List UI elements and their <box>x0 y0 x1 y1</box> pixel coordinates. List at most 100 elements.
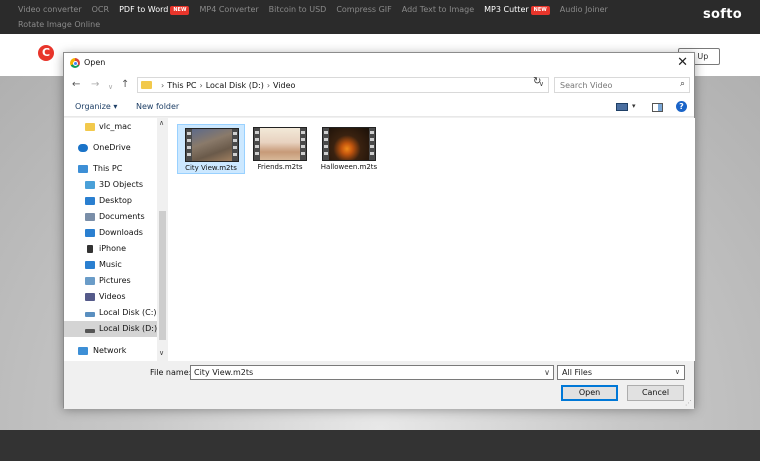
organize-menu[interactable]: Organize ▾ <box>75 102 117 112</box>
nav-item-local-disk-d[interactable]: Local Disk (D:) <box>64 321 157 337</box>
new-badge: NEW <box>530 6 550 15</box>
computer-icon <box>78 165 88 173</box>
dialog-title: Open <box>84 58 106 67</box>
nav-link-mp3-cutter-wrap[interactable]: MP3 Cutter NEW <box>484 4 550 16</box>
nav-link-compress-gif[interactable]: Compress GIF <box>336 4 391 16</box>
dialog-footer: File name: City View.m2ts ∨ All Files ∨ … <box>64 361 694 409</box>
resize-grip-icon[interactable]: ⋰ <box>685 400 692 407</box>
nav-item-downloads[interactable]: Downloads <box>64 225 157 241</box>
file-item-city-view[interactable]: City View.m2ts <box>177 124 245 174</box>
scrollbar-thumb[interactable] <box>159 211 166 340</box>
file-item-halloween[interactable]: Halloween.m2ts <box>315 124 383 174</box>
folder-icon <box>85 123 95 131</box>
document-icon <box>85 213 95 221</box>
nav-pane-scrollbar[interactable]: ∧ ∨ <box>157 118 168 361</box>
file-name-value: City View.m2ts <box>194 368 254 377</box>
file-item-friends[interactable]: Friends.m2ts <box>246 124 314 174</box>
search-placeholder: Search Video <box>560 81 613 90</box>
file-name-input[interactable]: City View.m2ts ∨ <box>190 365 554 380</box>
scroll-up-arrow-icon[interactable]: ∧ <box>159 119 164 127</box>
breadcrumb-video[interactable]: Video <box>273 81 295 90</box>
nav-link-pdf-to-word-wrap[interactable]: PDF to Word NEW <box>119 4 190 16</box>
file-name-label: Halloween.m2ts <box>320 163 378 171</box>
forward-arrow-icon[interactable]: → <box>91 79 99 91</box>
drive-icon <box>85 329 95 333</box>
cube-icon <box>85 181 95 189</box>
nav-item-3d-objects[interactable]: 3D Objects <box>64 177 157 193</box>
brand-logo-icon[interactable]: C <box>38 45 54 61</box>
desktop-icon <box>85 197 95 205</box>
site-nav-bar: Video converter OCR PDF to Word NEW MP4 C… <box>0 0 760 34</box>
new-badge: NEW <box>170 6 190 15</box>
softo-logo[interactable]: softo <box>703 7 742 22</box>
address-bar[interactable]: › This PC › Local Disk (D:) › Video ∨ <box>137 77 549 93</box>
nav-item-this-pc[interactable]: This PC <box>64 161 157 177</box>
view-dropdown-icon[interactable]: ▾ <box>632 102 636 110</box>
file-list: City View.m2ts Friends.m2ts Halloween.m2… <box>168 118 695 361</box>
search-icon: ⌕ <box>679 79 685 89</box>
dialog-titlebar[interactable]: Open ✕ <box>64 53 694 73</box>
file-name-label: Friends.m2ts <box>257 163 303 171</box>
help-icon[interactable]: ? <box>676 101 687 112</box>
up-arrow-icon[interactable]: ↑ <box>121 79 129 91</box>
navigation-pane: vlc_mac OneDrive This PC 3D Objects Desk… <box>64 118 168 361</box>
breadcrumb-this-pc[interactable]: This PC <box>167 81 196 90</box>
file-type-filter-value: All Files <box>562 368 593 377</box>
cancel-button[interactable]: Cancel <box>627 385 684 401</box>
music-icon <box>85 261 95 269</box>
preview-pane-icon[interactable] <box>652 103 663 112</box>
video-thumbnail <box>253 127 307 161</box>
download-icon <box>85 229 95 237</box>
nav-item-iphone[interactable]: iPhone <box>64 241 157 257</box>
video-icon <box>85 293 95 301</box>
close-icon[interactable]: ✕ <box>677 55 688 71</box>
nav-link-rotate-image[interactable]: Rotate Image Online <box>18 20 100 29</box>
drive-icon <box>85 312 95 317</box>
back-arrow-icon[interactable]: ← <box>72 79 80 91</box>
open-file-dialog: Open ✕ ← → ∨ ↑ › This PC › Local Disk (D:) ›… <box>63 52 695 409</box>
search-input[interactable]: Search Video ⌕ <box>554 77 690 93</box>
nav-link-video-converter[interactable]: Video converter <box>18 4 82 16</box>
file-type-filter-select[interactable]: All Files ∨ <box>557 365 685 380</box>
recent-locations-chevron-icon[interactable]: ∨ <box>108 81 113 93</box>
folder-icon <box>141 81 152 89</box>
nav-link-mp4-converter[interactable]: MP4 Converter <box>199 4 258 16</box>
chrome-icon <box>70 58 80 68</box>
site-footer <box>0 430 760 461</box>
breadcrumb: › This PC › Local Disk (D:) › Video <box>161 81 296 90</box>
scroll-down-arrow-icon[interactable]: ∨ <box>159 349 164 357</box>
file-name-label: City View.m2ts <box>185 164 237 172</box>
nav-link-ocr[interactable]: OCR <box>92 4 109 16</box>
site-nav-links: Video converter OCR PDF to Word NEW MP4 C… <box>18 4 608 16</box>
phone-icon <box>87 245 93 253</box>
file-name-dropdown-chevron-icon[interactable]: ∨ <box>544 367 550 378</box>
new-folder-button[interactable]: New folder <box>136 102 179 112</box>
nav-link-add-text-to-image[interactable]: Add Text to Image <box>402 4 474 16</box>
nav-item-videos[interactable]: Videos <box>64 289 157 305</box>
filter-dropdown-chevron-icon: ∨ <box>674 368 680 376</box>
nav-item-pictures[interactable]: Pictures <box>64 273 157 289</box>
nav-item-vlc-mac[interactable]: vlc_mac <box>64 119 157 135</box>
breadcrumb-local-disk-d[interactable]: Local Disk (D:) <box>206 81 264 90</box>
nav-link-audio-joiner[interactable]: Audio Joiner <box>560 4 608 16</box>
nav-item-desktop[interactable]: Desktop <box>64 193 157 209</box>
pictures-icon <box>85 277 95 285</box>
cloud-icon <box>78 144 88 152</box>
video-thumbnail <box>322 127 376 161</box>
video-thumbnail <box>185 128 239 162</box>
nav-link-mp3-cutter[interactable]: MP3 Cutter <box>484 5 529 14</box>
nav-link-bitcoin-to-usd[interactable]: Bitcoin to USD <box>269 4 327 16</box>
nav-item-music[interactable]: Music <box>64 257 157 273</box>
open-button[interactable]: Open <box>561 385 618 401</box>
nav-item-onedrive[interactable]: OneDrive <box>64 140 157 156</box>
nav-item-documents[interactable]: Documents <box>64 209 157 225</box>
dialog-toolbar: Organize ▾ New folder ▾ ? <box>64 97 694 117</box>
network-icon <box>78 347 88 355</box>
nav-item-network[interactable]: Network <box>64 343 157 359</box>
address-row: ← → ∨ ↑ › This PC › Local Disk (D:) › Video ∨… <box>64 73 694 97</box>
nav-item-local-disk-c[interactable]: Local Disk (C:) <box>64 305 157 321</box>
refresh-icon[interactable]: ↻ <box>533 76 541 87</box>
change-view-icon[interactable] <box>616 103 628 111</box>
nav-link-pdf-to-word[interactable]: PDF to Word <box>119 5 168 14</box>
file-name-field-label: File name: <box>150 368 192 377</box>
